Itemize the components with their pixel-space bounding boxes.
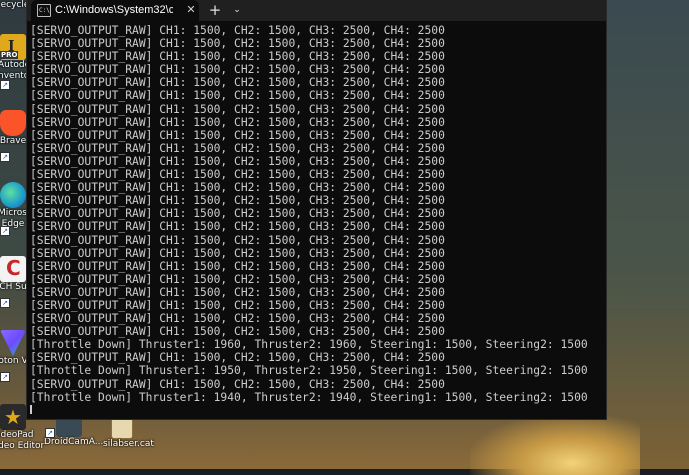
console-output[interactable]: [SERVO_OUTPUT_RAW] CH1: 1500, CH2: 1500,…	[30, 24, 602, 414]
console-line: [SERVO_OUTPUT_RAW] CH1: 1500, CH2: 1500,…	[30, 24, 445, 37]
console-line: [Throttle Down] Thruster1: 1960, Thruste…	[30, 338, 588, 352]
console-line: [SERVO_OUTPUT_RAW] CH1: 1500, CH2: 1500,…	[30, 154, 445, 168]
desktop-icon-ccleaner[interactable]: C CH Su	[0, 256, 28, 293]
desktop-wallpaper-right	[606, 0, 689, 469]
desktop-icon-label: ideoPad	[0, 430, 34, 440]
cmd-icon: C:\	[37, 4, 51, 17]
console-line: [Throttle Down] Thruster1: 1940, Thruste…	[30, 390, 588, 404]
console-line: [SERVO_OUTPUT_RAW] CH1: 1500, CH2: 1500,…	[30, 259, 445, 273]
desktop-icon-label: Autode	[0, 60, 31, 70]
desktop-icon-label: oton V	[0, 356, 28, 366]
inventor-icon: I PRO	[0, 34, 26, 60]
console-line: [SERVO_OUTPUT_RAW] CH1: 1500, CH2: 1500,…	[30, 168, 445, 182]
shortcut-arrow-icon: ↗	[0, 226, 10, 236]
desktop-icon-label: Brave	[0, 136, 27, 146]
desktop-icon-label: silabser.cat	[103, 439, 154, 449]
console-line: [SERVO_OUTPUT_RAW] CH1: 1500, CH2: 1500,…	[30, 351, 445, 365]
console-line: [SERVO_OUTPUT_RAW] CH1: 1500, CH2: 1500,…	[30, 325, 445, 339]
console-line: [SERVO_OUTPUT_RAW] CH1: 1500, CH2: 1500,…	[30, 220, 445, 234]
prompt-line[interactable]	[30, 404, 602, 414]
desktop-icon-proton-vpn[interactable]: oton V	[0, 330, 28, 367]
shortcut-arrow-icon: ↗	[0, 298, 10, 308]
console-line: [SERVO_OUTPUT_RAW] CH1: 1500, CH2: 1500,…	[30, 128, 445, 142]
desktop-icon-autodesk-inventor[interactable]: I PRO Autode nventor	[0, 34, 33, 82]
desktop-icon-recycle-bin[interactable]: ecycle	[0, 0, 30, 11]
close-tab-icon[interactable]: ✕	[184, 3, 198, 17]
console-line: [SERVO_OUTPUT_RAW] CH1: 1500, CH2: 1500,…	[30, 246, 445, 260]
desktop-icon-brave[interactable]: Brave	[0, 110, 28, 147]
shortcut-arrow-icon: ↗	[0, 152, 10, 162]
desktop-icon-videopad[interactable]: ★ ideoPad deo Editor	[0, 404, 45, 452]
console-line: [SERVO_OUTPUT_RAW] CH1: 1500, CH2: 1500,…	[30, 89, 445, 103]
console-line: [SERVO_OUTPUT_RAW] CH1: 1500, CH2: 1500,…	[30, 102, 445, 116]
console-line: [SERVO_OUTPUT_RAW] CH1: 1500, CH2: 1500,…	[30, 194, 445, 208]
desktop-icon-label-line2: deo Editor	[0, 441, 45, 451]
shortcut-arrow-icon: ↗	[0, 372, 10, 382]
ccleaner-icon: C	[0, 256, 26, 282]
desktop-icon-microsoft-edge[interactable]: Microsc Edge	[0, 182, 32, 230]
console-line: [SERVO_OUTPUT_RAW] CH1: 1500, CH2: 1500,…	[30, 285, 445, 299]
console-line: [SERVO_OUTPUT_RAW] CH1: 1500, CH2: 1500,…	[30, 272, 445, 286]
console-line: [SERVO_OUTPUT_RAW] CH1: 1500, CH2: 1500,…	[30, 298, 445, 312]
console-line: [SERVO_OUTPUT_RAW] CH1: 1500, CH2: 1500,…	[30, 207, 445, 221]
console-line: [SERVO_OUTPUT_RAW] CH1: 1500, CH2: 1500,…	[30, 76, 445, 90]
desktop-icon-label: Microsc	[0, 208, 32, 218]
text-cursor	[30, 404, 32, 414]
pro-badge: PRO	[0, 51, 19, 59]
proton-vpn-icon	[0, 330, 26, 356]
new-tab-button[interactable]: +	[207, 2, 223, 18]
tab-cmd[interactable]: C:\ C:\Windows\System32\cmd.e ✕	[31, 0, 199, 21]
wallpaper-lit-path	[470, 415, 640, 475]
console-line: [SERVO_OUTPUT_RAW] CH1: 1500, CH2: 1500,…	[30, 63, 445, 77]
console-line: [SERVO_OUTPUT_RAW] CH1: 1500, CH2: 1500,…	[30, 37, 445, 51]
shortcut-arrow-icon: ↗	[45, 428, 55, 438]
console-line: [SERVO_OUTPUT_RAW] CH1: 1500, CH2: 1500,…	[30, 115, 445, 129]
chevron-down-icon[interactable]: ⌄	[229, 2, 245, 18]
title-bar[interactable]: C:\ C:\Windows\System32\cmd.e ✕ + ⌄	[27, 0, 606, 21]
terminal-window[interactable]: C:\ C:\Windows\System32\cmd.e ✕ + ⌄ [SER…	[27, 0, 606, 419]
console-line: [SERVO_OUTPUT_RAW] CH1: 1500, CH2: 1500,…	[30, 141, 445, 155]
desktop-icon-label: DroidCamA...	[44, 437, 104, 447]
desktop-icon-label: ecycle	[0, 0, 30, 10]
shortcut-arrow-icon: ↗	[0, 80, 10, 90]
console-line: [SERVO_OUTPUT_RAW] CH1: 1500, CH2: 1500,…	[30, 181, 445, 195]
console-line: [Throttle Down] Thruster1: 1950, Thruste…	[30, 364, 588, 378]
edge-icon	[0, 182, 26, 208]
console-line: [SERVO_OUTPUT_RAW] CH1: 1500, CH2: 1500,…	[30, 233, 445, 247]
brave-lion-icon	[0, 110, 26, 136]
console-line: [SERVO_OUTPUT_RAW] CH1: 1500, CH2: 1500,…	[30, 377, 445, 391]
console-line: [SERVO_OUTPUT_RAW] CH1: 1500, CH2: 1500,…	[30, 50, 445, 64]
videopad-star-icon: ★	[0, 404, 26, 430]
tab-title: C:\Windows\System32\cmd.e	[55, 4, 173, 16]
desktop-icon-label: CH Su	[0, 282, 27, 292]
console-line: [SERVO_OUTPUT_RAW] CH1: 1500, CH2: 1500,…	[30, 312, 445, 326]
